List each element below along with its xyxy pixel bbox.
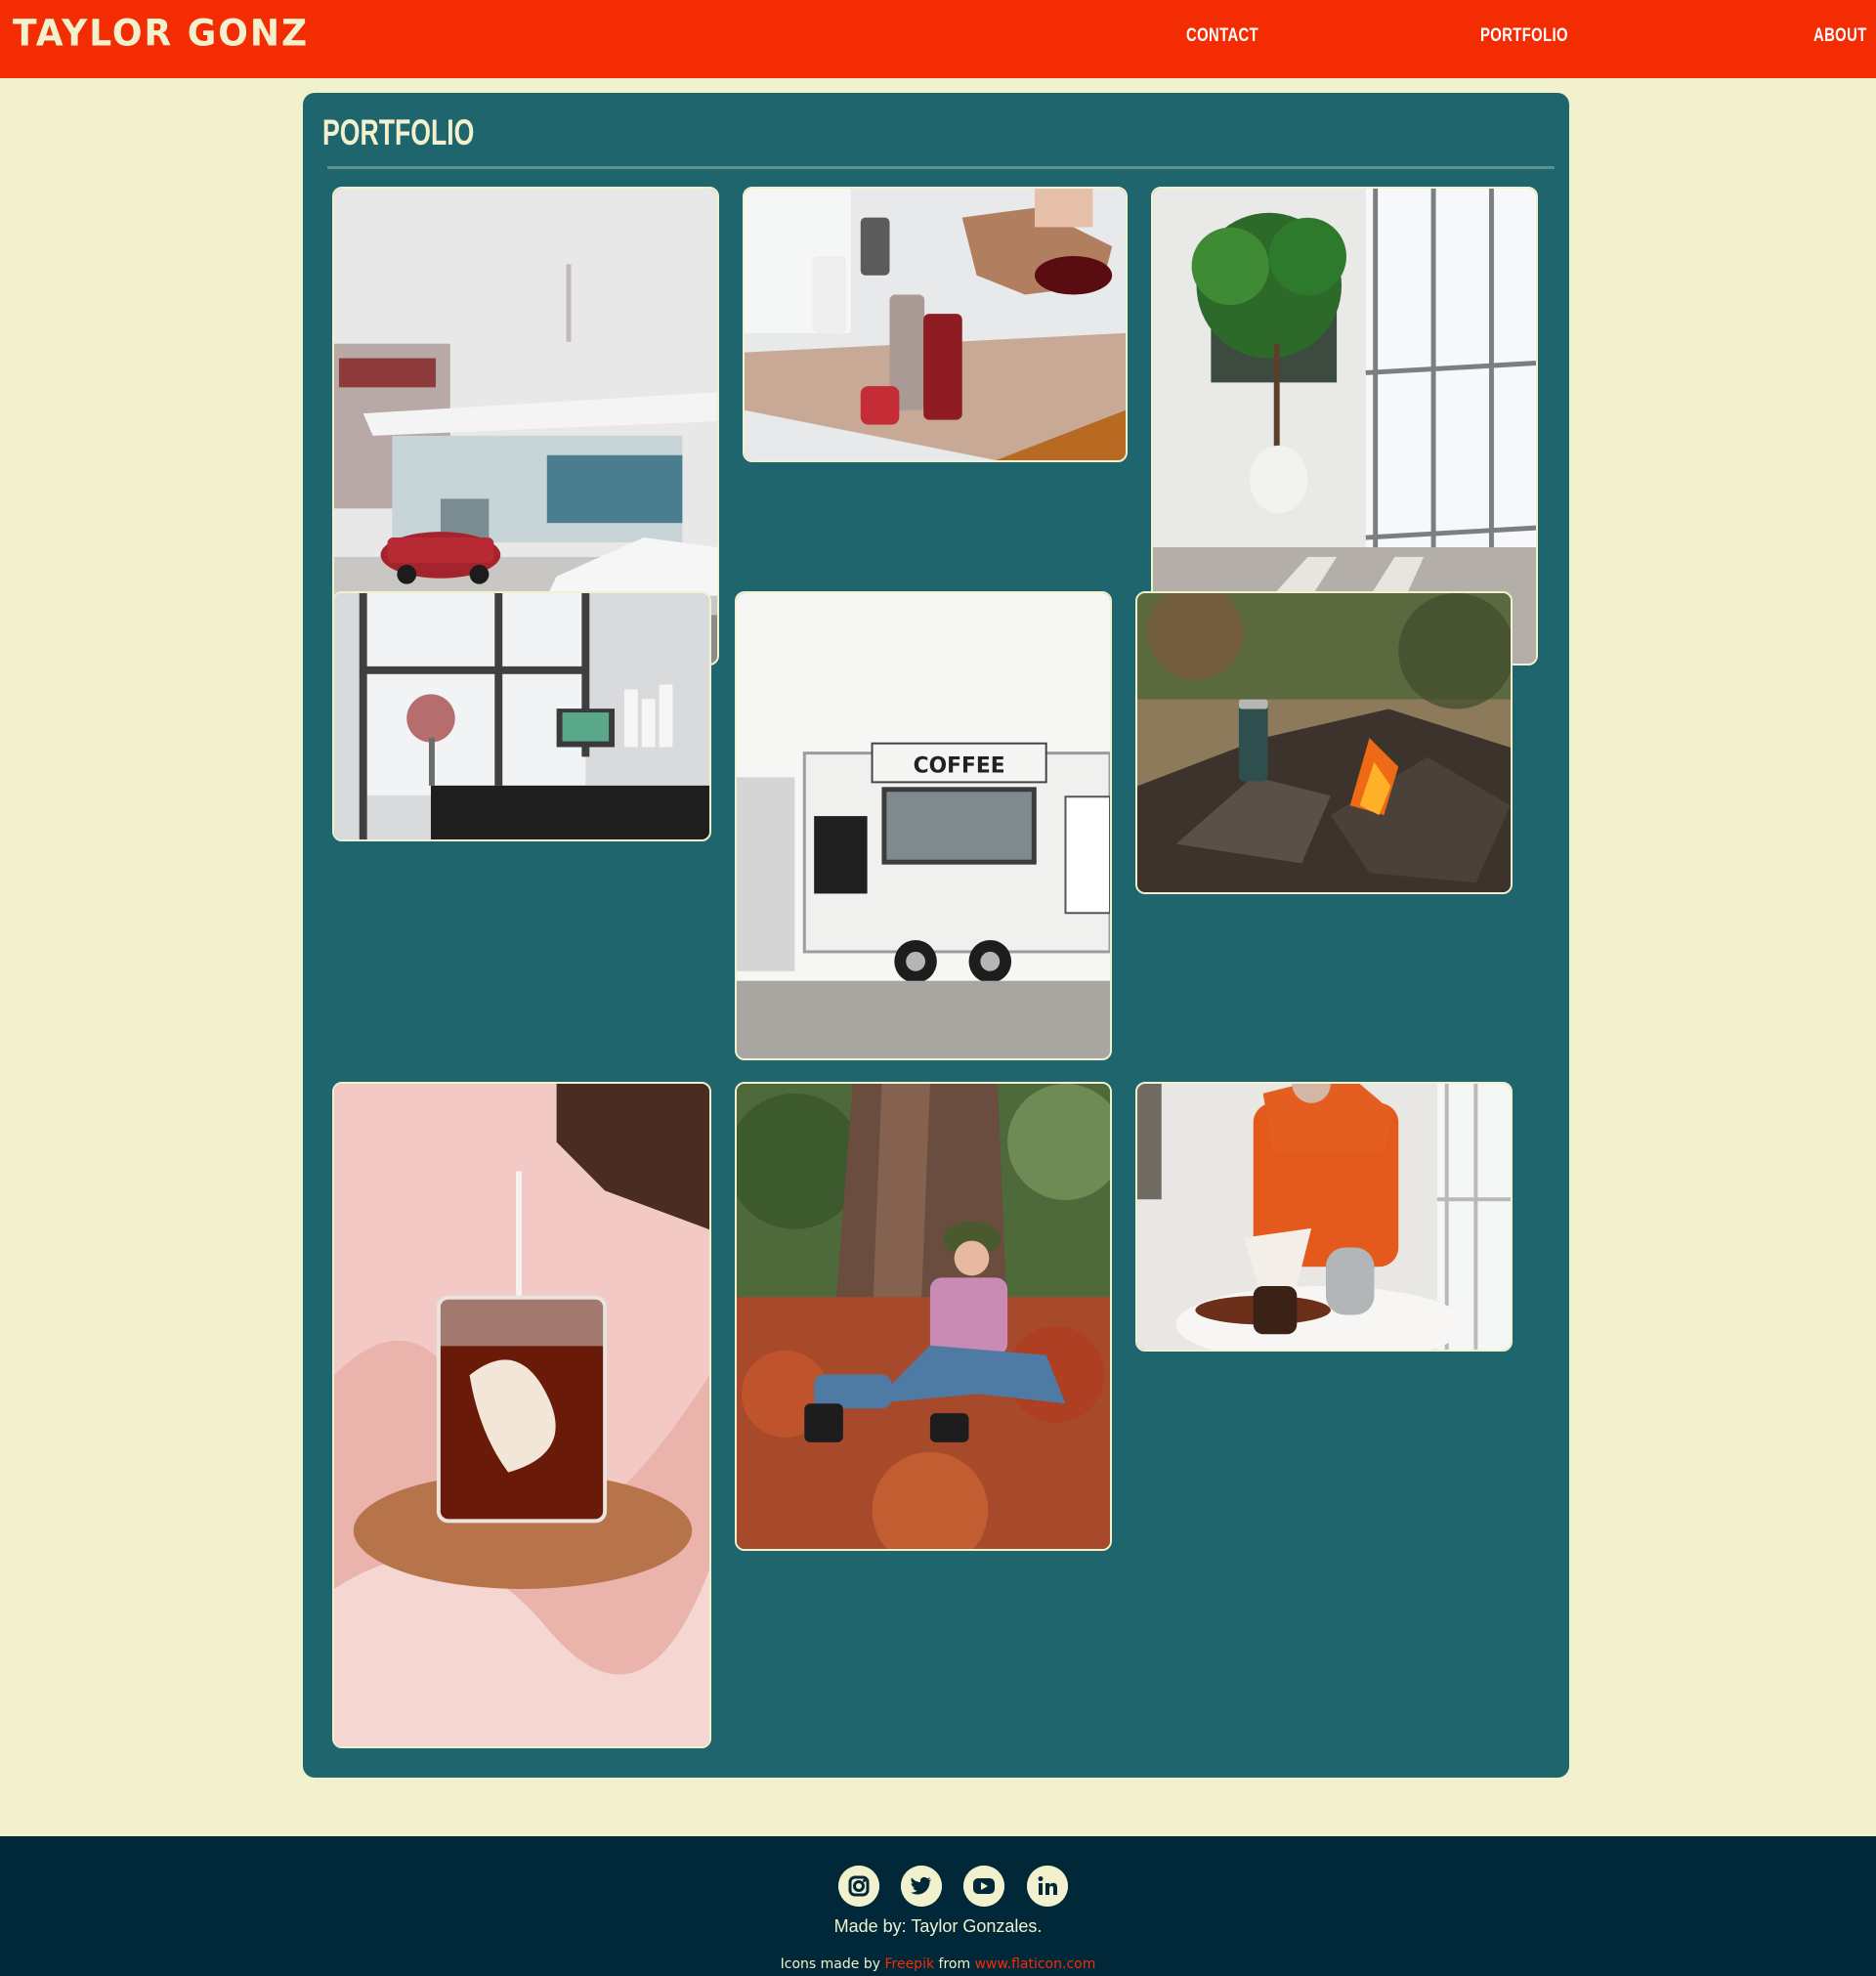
nav-about[interactable]: ABOUT — [1813, 25, 1867, 47]
photo-iced-coffee-milk[interactable] — [332, 1082, 711, 1748]
photo-woman-autumn-tree[interactable] — [735, 1082, 1112, 1551]
photo-man-pour-over[interactable] — [1135, 1082, 1513, 1352]
freepik-link[interactable]: Freepik — [884, 1956, 934, 1972]
instagram-icon[interactable] — [838, 1866, 879, 1907]
photo-campfire-can[interactable] — [1135, 591, 1513, 894]
photo-coffee-counter[interactable] — [332, 591, 711, 841]
made-by-text: Made by: Taylor Gonzales. — [833, 1916, 1043, 1936]
site-header: TAYLOR GONZ CONTACT PORTFOLIO ABOUT — [0, 0, 1876, 78]
credits-prefix: Icons made by — [780, 1956, 881, 1972]
nav-contact[interactable]: CONTACT — [1186, 25, 1258, 47]
twitter-icon[interactable] — [901, 1866, 942, 1907]
title-divider — [327, 166, 1555, 169]
icon-credits: Icons made by Freepik from www.flaticon.… — [0, 1956, 1876, 1972]
portfolio-panel: PORTFOLIO COFFEE — [303, 93, 1569, 1778]
site-footer: Made by: Taylor Gonzales. Icons made by … — [0, 1836, 1876, 1976]
photo-coffee-trailer[interactable]: COFFEE — [735, 591, 1112, 1060]
flaticon-link[interactable]: www.flaticon.com — [975, 1956, 1096, 1972]
photo-coffee-pour[interactable] — [743, 187, 1128, 462]
youtube-icon[interactable] — [963, 1866, 1004, 1907]
linkedin-icon[interactable] — [1027, 1866, 1068, 1907]
brand-logo[interactable]: TAYLOR GONZ — [13, 13, 309, 55]
svg-text:COFFEE: COFFEE — [914, 753, 1005, 778]
portfolio-title: PORTFOLIO — [322, 112, 475, 152]
nav-portfolio[interactable]: PORTFOLIO — [1480, 25, 1568, 47]
credits-middle: from — [938, 1956, 971, 1972]
